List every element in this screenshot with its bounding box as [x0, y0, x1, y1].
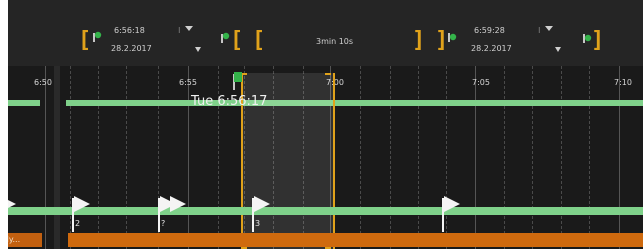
- tick-line: [360, 66, 361, 249]
- tick-line: [45, 66, 46, 249]
- recording-bar[interactable]: [68, 233, 643, 247]
- track-label: My...: [8, 235, 21, 244]
- segment-track[interactable]: [8, 100, 40, 106]
- event-flag-icon[interactable]: [170, 196, 186, 212]
- tick-line: [561, 66, 562, 249]
- time-tooltip: Tue 6:56:17: [191, 94, 268, 109]
- event-flag-label: ?: [161, 219, 166, 228]
- duration-bracket-right-icon: ]: [412, 28, 426, 53]
- set-end-flag-icon[interactable]: [446, 31, 458, 43]
- event-flag-icon[interactable]: [254, 196, 270, 212]
- start-time-value[interactable]: 6:56:18: [114, 26, 145, 35]
- event-flag-label: 2: [75, 219, 81, 228]
- event-flag-label: 3: [255, 219, 261, 228]
- event-flag-icon[interactable]: [444, 196, 460, 212]
- tick-line: [532, 66, 533, 249]
- tick-line: [504, 66, 505, 249]
- tick-line: [98, 66, 99, 249]
- bracket-right-icon: [: [230, 28, 244, 53]
- start-dropdown-down-icon[interactable]: [195, 47, 201, 52]
- bracket-left-icon: [: [78, 28, 92, 53]
- end-time-value[interactable]: 6:59:28: [474, 26, 505, 35]
- tick-line: [70, 66, 71, 249]
- start-dropdown-up-icon[interactable]: [185, 26, 193, 32]
- tick-line: [619, 66, 620, 249]
- event-track[interactable]: [8, 207, 643, 215]
- selection-handle-right[interactable]: [325, 73, 331, 75]
- end-dropdown-up-icon[interactable]: [545, 26, 553, 32]
- tick-line: [418, 66, 419, 249]
- tick-label: 6:50: [34, 78, 52, 87]
- end-dropdown-down-icon[interactable]: [555, 47, 561, 52]
- playhead-shadow: [54, 66, 60, 249]
- duration-bracket-left-icon: [: [252, 28, 266, 53]
- start-date-value[interactable]: 28.2.2017: [111, 44, 152, 53]
- tick-line: [475, 66, 476, 249]
- set-start-flag-icon[interactable]: [91, 31, 103, 43]
- range-toolbar: [ 6:56:18 28.2.2017 ⁝ [ [ 3min 10s ] ] 6…: [8, 0, 643, 66]
- event-flag-icon[interactable]: [74, 196, 90, 212]
- end-spin-up-icon[interactable]: ⁝: [538, 27, 541, 35]
- timeline-app: [ 6:56:18 28.2.2017 ⁝ [ [ 3min 10s ] ] 6…: [0, 0, 643, 249]
- playhead-flag-icon[interactable]: [230, 70, 244, 90]
- segment-track[interactable]: [66, 100, 643, 106]
- tick-line: [446, 66, 447, 249]
- duration-value: 3min 10s: [316, 37, 354, 46]
- timeline-track-area[interactable]: 6:50 6:55 7:00 7:05 7:10 Tue 6:56:17 2 ?: [8, 66, 643, 249]
- end-date-value[interactable]: 28.2.2017: [471, 44, 512, 53]
- start-spin-up-icon[interactable]: ⁝: [178, 27, 181, 35]
- tick-label: 7:05: [472, 78, 490, 87]
- tick-line: [188, 66, 189, 249]
- tick-line: [390, 66, 391, 249]
- tick-line: [126, 66, 127, 249]
- apply-start-flag-icon[interactable]: [218, 32, 230, 44]
- tick-label: 7:10: [614, 78, 632, 87]
- tick-label: 6:55: [179, 78, 197, 87]
- event-flag-icon[interactable]: [8, 196, 16, 212]
- tick-line: [589, 66, 590, 249]
- end-bracket-right-icon: ]: [591, 28, 605, 53]
